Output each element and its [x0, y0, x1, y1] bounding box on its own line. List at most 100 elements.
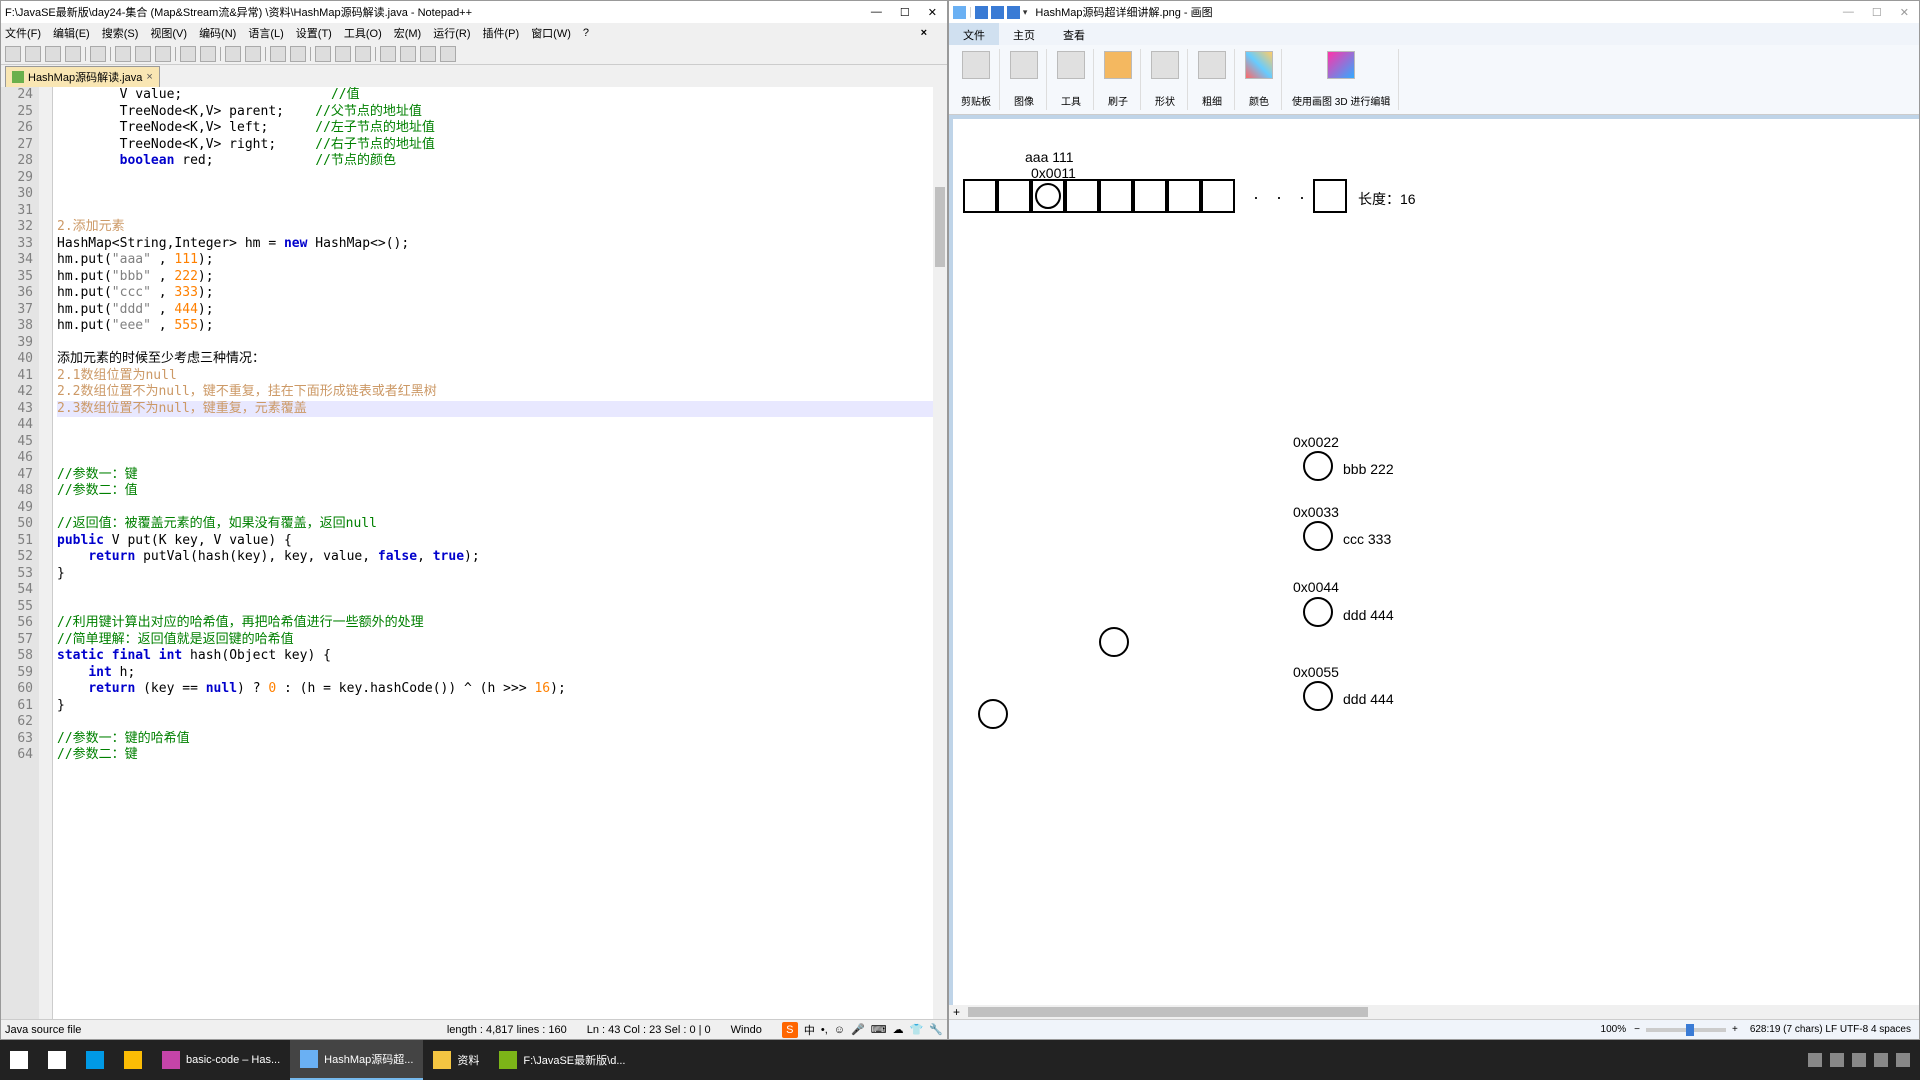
- ribbon-group[interactable]: 剪贴板: [953, 49, 1000, 110]
- close-tabs-icon[interactable]: ×: [917, 27, 931, 39]
- minimize-icon[interactable]: —: [871, 6, 882, 19]
- paint-canvas[interactable]: aaa 111 0x0011 · · · 长度：16 0x0022 bbb: [953, 119, 1919, 1005]
- qat-dropdown-icon[interactable]: ▾: [1023, 7, 1028, 18]
- ime-skin-icon[interactable]: 👕: [910, 1023, 924, 1036]
- close-icon[interactable]: ✕: [928, 6, 937, 19]
- undo-icon[interactable]: [991, 6, 1004, 19]
- ribbon-group[interactable]: 使用画图 3D 进行编辑: [1284, 49, 1399, 110]
- code-area[interactable]: V value; //值 TreeNode<K,V> parent; //父节点…: [53, 87, 947, 1019]
- menu-item[interactable]: 编辑(E): [53, 25, 90, 41]
- taskbar-item[interactable]: [38, 1040, 76, 1080]
- menu-item[interactable]: 工具(O): [344, 25, 382, 41]
- ribbon-icon[interactable]: [1151, 51, 1179, 79]
- redo-icon[interactable]: [1007, 6, 1020, 19]
- macro-repeat-icon[interactable]: [440, 46, 456, 62]
- npp-tab-active[interactable]: HashMap源码解读.java ×: [5, 66, 160, 87]
- open-icon[interactable]: [25, 46, 41, 62]
- ime-tool-icon[interactable]: 🔧: [929, 1023, 943, 1036]
- taskbar-item[interactable]: HashMap源码超...: [290, 1040, 423, 1080]
- taskbar-item[interactable]: 资料: [423, 1040, 489, 1080]
- scroll-thumb[interactable]: [968, 1007, 1368, 1017]
- indent-icon[interactable]: [355, 46, 371, 62]
- copy-icon[interactable]: [135, 46, 151, 62]
- taskbar-item[interactable]: [0, 1040, 38, 1080]
- menu-item[interactable]: 视图(V): [150, 25, 187, 41]
- scroll-thumb[interactable]: [935, 187, 945, 267]
- paste-icon[interactable]: [155, 46, 171, 62]
- undo-icon[interactable]: [180, 46, 196, 62]
- saveall-icon[interactable]: [65, 46, 81, 62]
- ribbon-group[interactable]: 形状: [1143, 49, 1188, 110]
- volume-icon[interactable]: [1852, 1053, 1866, 1067]
- ime-cloud-icon[interactable]: ☁: [893, 1023, 904, 1036]
- maximize-icon[interactable]: ☐: [900, 6, 910, 19]
- ribbon-group[interactable]: 工具: [1049, 49, 1094, 110]
- ribbon-group[interactable]: 粗细: [1190, 49, 1235, 110]
- npp-editor[interactable]: 2425262728293031323334353637383940414243…: [1, 87, 947, 1019]
- tab-file[interactable]: 文件: [949, 23, 999, 45]
- ribbon-icon[interactable]: [1198, 51, 1226, 79]
- cut-icon[interactable]: [115, 46, 131, 62]
- taskbar-item[interactable]: F:\JavaSE最新版\d...: [489, 1040, 635, 1080]
- allchars-icon[interactable]: [335, 46, 351, 62]
- vertical-scrollbar[interactable]: [933, 87, 947, 1019]
- ribbon-icon[interactable]: [1245, 51, 1273, 79]
- system-tray[interactable]: [1798, 1053, 1920, 1067]
- menu-item[interactable]: ?: [583, 27, 589, 39]
- menu-item[interactable]: 搜索(S): [102, 25, 139, 41]
- ribbon-group[interactable]: 颜色: [1237, 49, 1282, 110]
- ribbon-icon[interactable]: [962, 51, 990, 79]
- new-icon[interactable]: [5, 46, 21, 62]
- chevron-up-icon[interactable]: [1808, 1053, 1822, 1067]
- paint-canvas-area[interactable]: aaa 111 0x0011 · · · 长度：16 0x0022 bbb: [949, 115, 1919, 1005]
- network-icon[interactable]: [1830, 1053, 1844, 1067]
- close-icon[interactable]: ✕: [1900, 6, 1909, 19]
- replace-icon[interactable]: [245, 46, 261, 62]
- battery-icon[interactable]: [1874, 1053, 1888, 1067]
- fold-margin[interactable]: [39, 87, 53, 1019]
- macro-rec-icon[interactable]: [380, 46, 396, 62]
- menu-item[interactable]: 语言(L): [248, 25, 283, 41]
- ime-icon[interactable]: [1896, 1053, 1910, 1067]
- wordwrap-icon[interactable]: [315, 46, 331, 62]
- ribbon-icon[interactable]: [1104, 51, 1132, 79]
- taskbar-item[interactable]: [76, 1040, 114, 1080]
- minimize-icon[interactable]: —: [1843, 6, 1854, 19]
- macro-play-icon[interactable]: [400, 46, 416, 62]
- taskbar-item[interactable]: basic-code – Has...: [152, 1040, 290, 1080]
- save-icon[interactable]: [45, 46, 61, 62]
- taskbar-item[interactable]: [114, 1040, 152, 1080]
- ime-mic-icon[interactable]: 🎤: [851, 1023, 865, 1036]
- ribbon-icon[interactable]: [1010, 51, 1038, 79]
- horizontal-scrollbar[interactable]: +: [949, 1005, 1919, 1019]
- zoom-slider[interactable]: [1646, 1028, 1726, 1032]
- maximize-icon[interactable]: ☐: [1872, 6, 1882, 19]
- redo-icon[interactable]: [200, 46, 216, 62]
- macro-stop-icon[interactable]: [420, 46, 436, 62]
- menu-item[interactable]: 编码(N): [199, 25, 236, 41]
- tab-view[interactable]: 查看: [1049, 23, 1099, 45]
- menu-item[interactable]: 设置(T): [296, 25, 332, 41]
- menu-item[interactable]: 宏(M): [394, 25, 422, 41]
- print-icon[interactable]: [90, 46, 106, 62]
- zoom-out-icon[interactable]: [290, 46, 306, 62]
- menu-item[interactable]: 文件(F): [5, 25, 41, 41]
- ribbon-icon[interactable]: [1327, 51, 1355, 79]
- ime-bar[interactable]: S 中 •, ☺ 🎤 ⌨ ☁ 👕 🔧: [782, 1022, 943, 1038]
- ime-punct-icon[interactable]: •,: [821, 1024, 828, 1036]
- zoom-out-icon[interactable]: −: [1634, 1024, 1640, 1035]
- menu-item[interactable]: 窗口(W): [531, 25, 571, 41]
- zoom-in-icon[interactable]: +: [1732, 1024, 1738, 1035]
- tab-close-icon[interactable]: ×: [146, 71, 152, 83]
- find-icon[interactable]: [225, 46, 241, 62]
- canvas-resize-icon[interactable]: +: [949, 1005, 964, 1019]
- menu-item[interactable]: 插件(P): [483, 25, 520, 41]
- menu-item[interactable]: 运行(R): [433, 25, 470, 41]
- ime-lang-icon[interactable]: 中: [804, 1022, 815, 1038]
- zoom-in-icon[interactable]: [270, 46, 286, 62]
- save-icon[interactable]: [975, 6, 988, 19]
- ribbon-icon[interactable]: [1057, 51, 1085, 79]
- tab-home[interactable]: 主页: [999, 23, 1049, 45]
- ribbon-group[interactable]: 刷子: [1096, 49, 1141, 110]
- ime-kbd-icon[interactable]: ⌨: [871, 1023, 887, 1036]
